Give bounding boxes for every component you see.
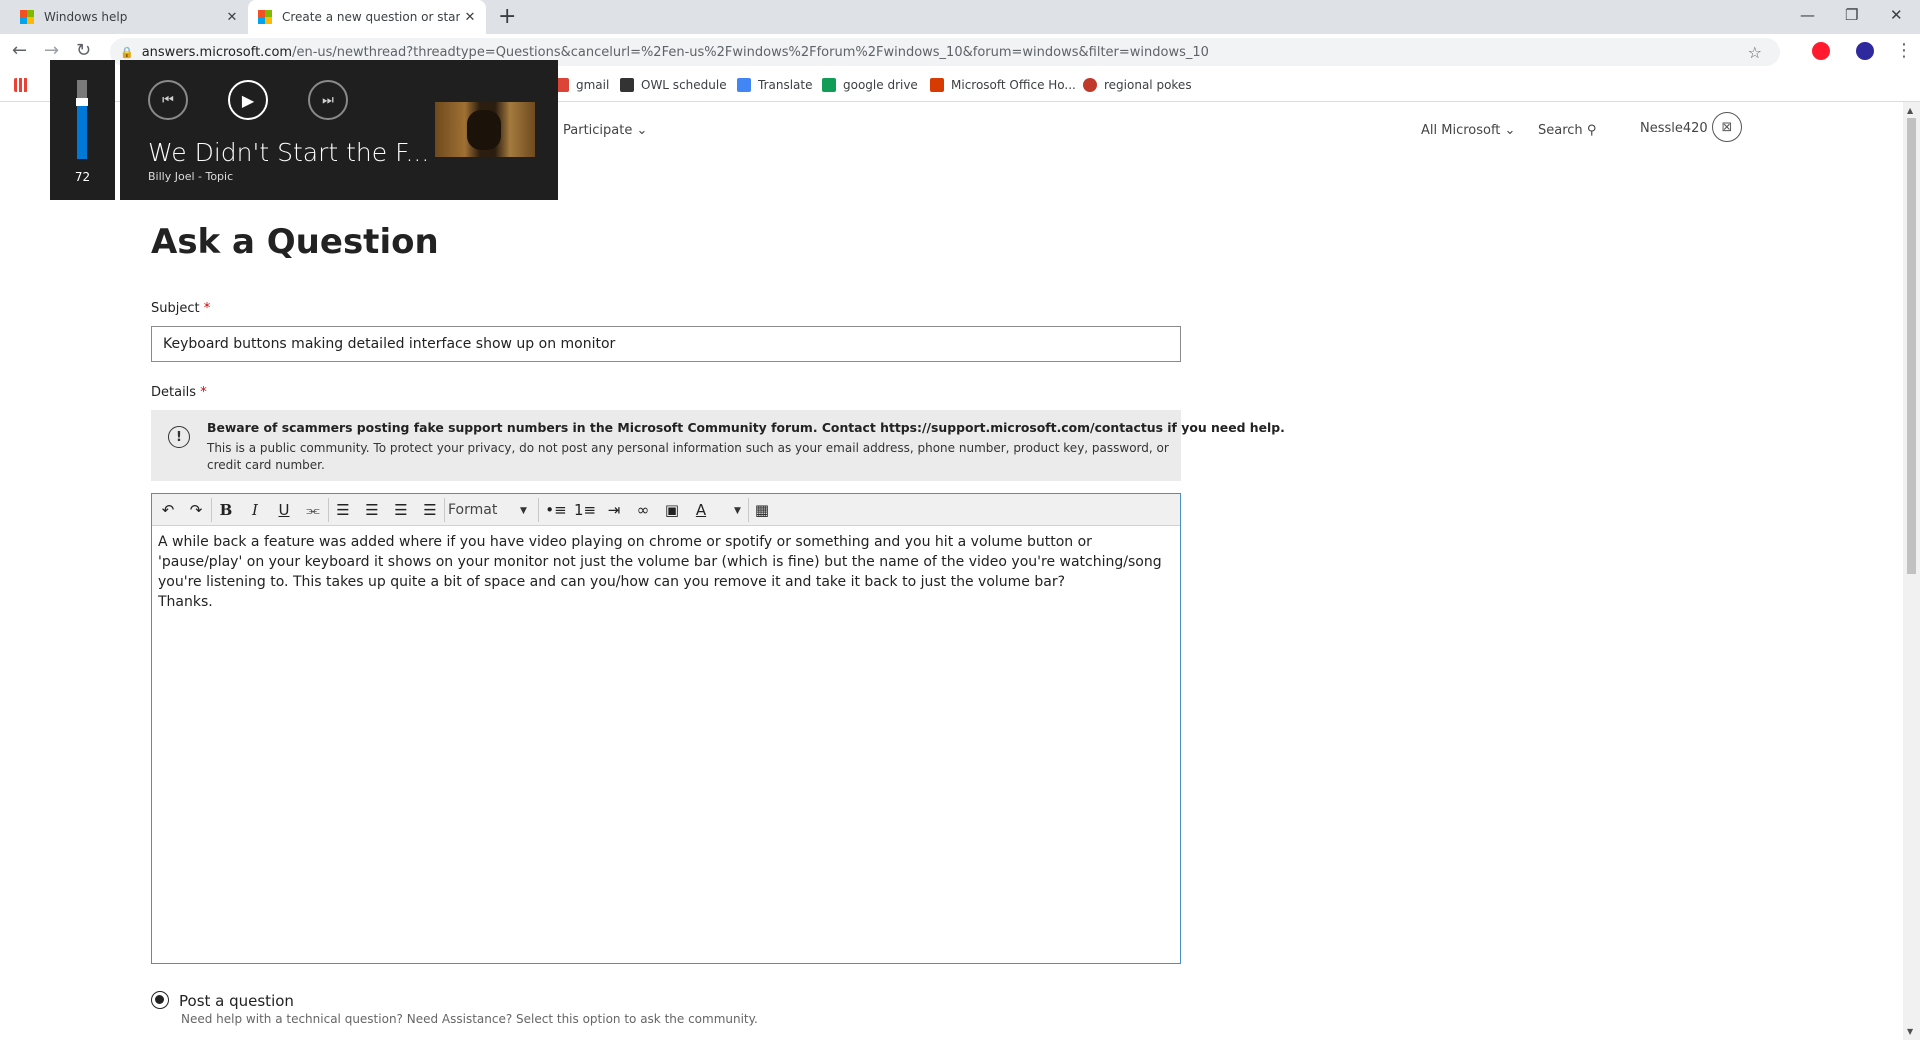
post-question-radio[interactable] xyxy=(151,991,169,1009)
image-icon[interactable]: ▣ xyxy=(660,498,684,522)
scroll-up-icon[interactable]: ▲ xyxy=(1907,106,1913,115)
volume-thumb xyxy=(76,98,88,107)
chevron-down-icon[interactable]: ▼ xyxy=(734,506,741,516)
owl-icon xyxy=(620,78,634,92)
strikethrough-icon[interactable]: ⫘ xyxy=(301,498,325,522)
bookmark-regional-pokes[interactable]: regional pokes xyxy=(1083,78,1192,92)
play-icon[interactable]: ▶ xyxy=(228,80,268,120)
subject-label: Subject * xyxy=(151,301,211,316)
notice-warning: Beware of scammers posting fake support … xyxy=(207,420,1285,435)
close-tab-icon[interactable]: ✕ xyxy=(460,10,480,25)
scrollbar-thumb[interactable] xyxy=(1907,118,1916,574)
toolbar-divider xyxy=(328,498,329,522)
toolbar-divider xyxy=(538,498,539,522)
notice-privacy: This is a public community. To protect y… xyxy=(207,441,1169,472)
page-title: Ask a Question xyxy=(151,222,439,262)
chrome-menu-icon[interactable]: ⋮ xyxy=(1895,40,1913,61)
microsoft-logo-icon xyxy=(258,10,272,24)
editor-toolbar: ↶ ↷ B I U ⫘ ☰ ☰ ☰ ☰ Format ▼ •≡ 1≡ ⇥ ∞ ▣… xyxy=(152,494,1180,526)
tab-title: Create a new question or start a xyxy=(282,10,460,24)
lock-icon: 🔒 xyxy=(120,45,134,59)
profile-avatar-icon[interactable] xyxy=(1856,42,1874,60)
tab-windows-help[interactable]: Windows help ✕ xyxy=(12,0,248,34)
song-title: We Didn't Start the F... xyxy=(148,138,430,167)
body-paragraph: A while back a feature was added where i… xyxy=(158,534,1162,590)
body-thanks: Thanks. xyxy=(158,594,213,610)
details-label: Details * xyxy=(151,385,207,400)
office-icon xyxy=(930,78,944,92)
restore-icon[interactable]: ❐ xyxy=(1845,6,1858,24)
volume-bar-fill xyxy=(77,102,87,159)
format-dropdown[interactable]: Format xyxy=(448,502,497,518)
scam-notice: ! Beware of scammers posting fake suppor… xyxy=(151,410,1285,481)
microsoft-logo-icon xyxy=(20,10,34,24)
indent-icon[interactable]: ⇥ xyxy=(602,498,626,522)
page-scrollbar[interactable]: ▲ ▼ xyxy=(1903,102,1920,1040)
minimize-icon[interactable]: — xyxy=(1800,6,1815,24)
redo-icon[interactable]: ↷ xyxy=(184,498,208,522)
numbered-list-icon[interactable]: 1≡ xyxy=(573,498,597,522)
justify-icon[interactable]: ☰ xyxy=(418,498,442,522)
volume-overlay: 72 xyxy=(50,60,115,200)
bookmark-owl-schedule[interactable]: OWL schedule xyxy=(620,78,727,92)
search-icon: ⚲ xyxy=(1586,123,1597,138)
chevron-down-icon: ▼ xyxy=(520,506,527,516)
new-tab-button[interactable]: + xyxy=(498,4,516,29)
pokeball-icon xyxy=(1083,78,1097,92)
url-host: answers.microsoft.com xyxy=(141,44,293,60)
username[interactable]: Nessle420 xyxy=(1640,121,1708,136)
underline-button[interactable]: U xyxy=(272,498,296,522)
post-question-description: Need help with a technical question? Nee… xyxy=(181,1012,758,1026)
bold-button[interactable]: B xyxy=(214,498,238,522)
align-center-icon[interactable]: ☰ xyxy=(360,498,384,522)
volume-bar[interactable] xyxy=(76,80,88,159)
previous-track-icon[interactable]: ⏮ xyxy=(148,80,188,120)
align-right-icon[interactable]: ☰ xyxy=(389,498,413,522)
editor-body[interactable]: A while back a feature was added where i… xyxy=(158,532,1168,612)
nav-participate[interactable]: Participate ⌄ xyxy=(563,123,647,138)
close-tab-icon[interactable]: ✕ xyxy=(222,10,242,25)
post-question-label[interactable]: Post a question xyxy=(179,992,294,1010)
undo-icon[interactable]: ↶ xyxy=(156,498,180,522)
next-track-icon[interactable]: ⏭ xyxy=(308,80,348,120)
opera-extension-icon[interactable] xyxy=(1812,42,1830,60)
google-g-icon xyxy=(737,78,751,92)
italic-button[interactable]: I xyxy=(243,498,267,522)
forward-arrow-icon[interactable]: → xyxy=(44,40,59,61)
text-color-icon[interactable]: A xyxy=(689,498,713,522)
tab-title: Windows help xyxy=(44,10,128,24)
bookmark-star-icon[interactable]: ☆ xyxy=(1748,43,1762,62)
apps-grid-icon[interactable] xyxy=(14,78,35,92)
details-editor: ↶ ↷ B I U ⫘ ☰ ☰ ☰ ☰ Format ▼ •≡ 1≡ ⇥ ∞ ▣… xyxy=(151,493,1181,964)
info-icon: ! xyxy=(168,426,190,448)
nav-all-microsoft[interactable]: All Microsoft ⌄ xyxy=(1421,123,1515,138)
url-path: /en-us/newthread?threadtype=Questions&ca… xyxy=(292,44,1209,60)
drive-icon xyxy=(822,78,836,92)
search-link[interactable]: Search ⚲ xyxy=(1538,123,1596,138)
tab-create-question[interactable]: Create a new question or start a ✕ xyxy=(248,0,486,34)
bookmark-gmail[interactable]: gmail xyxy=(555,78,609,92)
align-left-icon[interactable]: ☰ xyxy=(331,498,355,522)
subject-input[interactable] xyxy=(151,326,1181,362)
avatar[interactable]: ⊠ xyxy=(1712,112,1742,142)
bookmark-google-drive[interactable]: google drive xyxy=(822,78,918,92)
tab-strip: Windows help ✕ Create a new question or … xyxy=(0,0,1920,34)
media-overlay: ⏮ ▶ ⏭ We Didn't Start the F... Billy Joe… xyxy=(120,60,558,200)
link-icon[interactable]: ∞ xyxy=(631,498,655,522)
bookmark-office[interactable]: Microsoft Office Ho... xyxy=(930,78,1076,92)
table-icon[interactable]: ▦ xyxy=(750,498,774,522)
back-arrow-icon[interactable]: ← xyxy=(12,40,27,61)
bookmark-translate[interactable]: Translate xyxy=(737,78,813,92)
toolbar-divider xyxy=(444,498,445,522)
volume-level: 72 xyxy=(74,170,91,184)
toolbar-divider xyxy=(211,498,212,522)
bullet-list-icon[interactable]: •≡ xyxy=(544,498,568,522)
toolbar-divider xyxy=(748,498,749,522)
artist-name: Billy Joel - Topic xyxy=(148,170,234,183)
reload-icon[interactable]: ↻ xyxy=(76,40,91,61)
badge-icon: ⊠ xyxy=(1721,119,1733,135)
scroll-down-icon[interactable]: ▼ xyxy=(1907,1027,1913,1036)
album-art xyxy=(435,102,535,157)
close-window-icon[interactable]: ✕ xyxy=(1890,6,1903,24)
